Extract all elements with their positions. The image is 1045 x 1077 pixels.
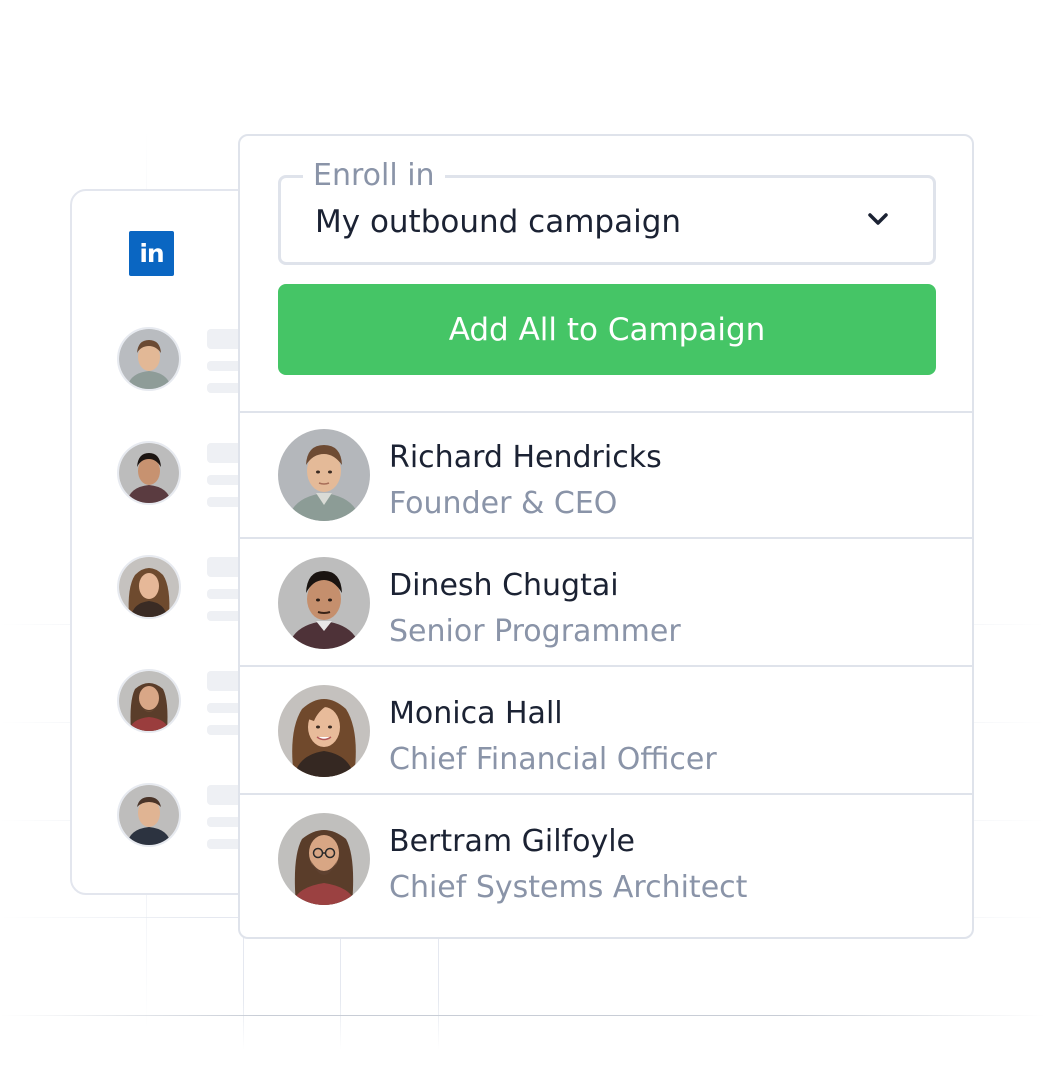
avatar — [117, 327, 181, 391]
grid-line — [0, 1015, 1045, 1016]
contact-title: Senior Programmer — [389, 614, 681, 649]
contact-row[interactable]: Richard Hendricks Founder & CEO — [240, 413, 972, 539]
avatar — [117, 555, 181, 619]
contact-title: Founder & CEO — [389, 486, 618, 521]
divider — [240, 537, 972, 539]
avatar — [117, 783, 181, 847]
enroll-label: Enroll in — [303, 158, 445, 194]
avatar — [278, 813, 370, 905]
avatar — [117, 441, 181, 505]
contact-row[interactable]: Monica Hall Chief Financial Officer — [240, 669, 972, 795]
divider — [240, 665, 972, 667]
avatar — [278, 429, 370, 521]
contact-row[interactable]: Dinesh Chugtai Senior Programmer — [240, 541, 972, 667]
stage: in Enroll in My outbound campaign Add Al… — [0, 0, 1045, 1077]
contact-row[interactable]: Bertram Gilfoyle Chief Systems Architect — [240, 797, 972, 923]
contact-name: Dinesh Chugtai — [389, 568, 619, 603]
divider — [240, 793, 972, 795]
enroll-panel: Enroll in My outbound campaign Add All t… — [238, 134, 974, 939]
linkedin-icon: in — [129, 231, 174, 276]
avatar — [117, 669, 181, 733]
contact-title: Chief Systems Architect — [389, 870, 748, 905]
add-all-to-campaign-button[interactable]: Add All to Campaign — [278, 284, 936, 375]
campaign-select[interactable]: Enroll in My outbound campaign — [278, 158, 936, 265]
contact-name: Richard Hendricks — [389, 440, 662, 475]
campaign-select-value: My outbound campaign — [315, 204, 682, 240]
contact-name: Monica Hall — [389, 696, 563, 731]
contact-title: Chief Financial Officer — [389, 742, 717, 777]
avatar — [278, 557, 370, 649]
chevron-down-icon[interactable] — [865, 206, 891, 232]
avatar — [278, 685, 370, 777]
contact-name: Bertram Gilfoyle — [389, 824, 635, 859]
